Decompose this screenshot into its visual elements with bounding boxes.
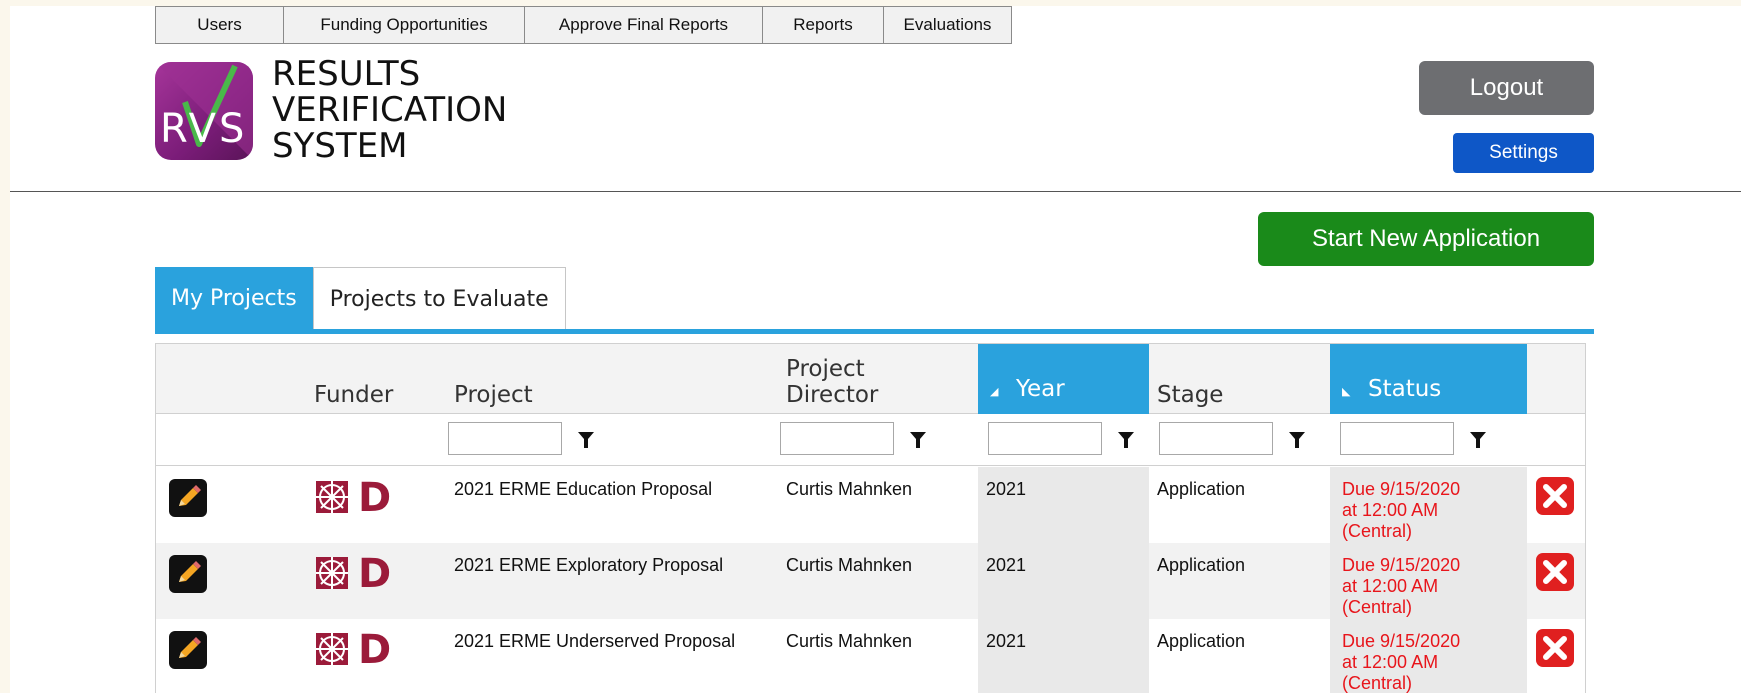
logout-button[interactable]: Logout	[1419, 61, 1594, 115]
header-year[interactable]: ◢ Year	[978, 344, 1149, 414]
table-row: D 2021 ERME Education Proposal Curtis Ma…	[156, 467, 1585, 543]
sort-asc-icon: ◣	[1342, 385, 1351, 398]
logo-line-2: VERIFICATION	[272, 90, 508, 130]
nav-approve-final-reports[interactable]: Approve Final Reports	[525, 7, 763, 43]
logo-line-3: SYSTEM	[272, 126, 408, 166]
table-row: D 2021 ERME Underserved Proposal Curtis …	[156, 619, 1585, 693]
logo-wordmark: RESULTS VERIFICATION SYSTEM	[272, 56, 507, 164]
table-row: D 2021 ERME Exploratory Proposal Curtis …	[156, 543, 1585, 619]
cell-director: Curtis Mahnken	[786, 631, 913, 651]
nav-evaluations[interactable]: Evaluations	[884, 7, 1011, 43]
pencil-icon[interactable]	[169, 555, 207, 593]
cell-director: Curtis Mahnken	[786, 555, 913, 575]
filter-status-input[interactable]	[1340, 422, 1454, 455]
cell-project[interactable]: 2021 ERME Exploratory Proposal	[446, 543, 778, 619]
close-icon[interactable]	[1536, 629, 1574, 667]
cell-stage: Application	[1157, 555, 1246, 575]
nav-reports[interactable]: Reports	[763, 7, 884, 43]
sort-desc-icon: ◢	[990, 385, 999, 398]
funder-letter: D	[358, 627, 392, 673]
funder-logo: D	[314, 551, 394, 598]
close-icon[interactable]	[1536, 477, 1574, 515]
nav-users[interactable]: Users	[156, 7, 284, 43]
funder-logo: D	[314, 475, 394, 522]
funder-letter: D	[358, 551, 392, 597]
cell-year: 2021	[978, 619, 1149, 693]
filter-director-input[interactable]	[780, 422, 894, 455]
cell-project[interactable]: 2021 ERME Education Proposal	[446, 467, 778, 543]
pencil-icon[interactable]	[169, 479, 207, 517]
filter-project-input[interactable]	[448, 422, 562, 455]
tab-my-projects[interactable]: My Projects	[155, 267, 313, 331]
funder-letter: D	[358, 475, 392, 521]
cell-stage: Application	[1157, 479, 1246, 499]
header-stage[interactable]: Stage	[1149, 344, 1329, 414]
header-status[interactable]: ◣ Status	[1330, 344, 1527, 414]
top-nav: Users Funding Opportunities Approve Fina…	[155, 6, 1012, 44]
header-funder[interactable]: Funder	[306, 344, 446, 414]
filter-year-input[interactable]	[988, 422, 1102, 455]
close-icon[interactable]	[1536, 553, 1574, 591]
filter-stage-input[interactable]	[1159, 422, 1273, 455]
cell-year: 2021	[978, 543, 1149, 619]
header-project[interactable]: Project	[446, 344, 778, 414]
funder-logo: D	[314, 627, 394, 674]
filter-icon[interactable]	[1117, 431, 1135, 449]
cell-stage: Application	[1157, 631, 1246, 651]
projects-grid: Funder Project Project Director ◢ Year St…	[155, 343, 1586, 693]
cell-status: Due 9/15/2020 at 12:00 AM (Central)	[1330, 619, 1527, 693]
header-project-director[interactable]: Project Director	[778, 344, 984, 414]
cell-year: 2021	[978, 467, 1149, 543]
nav-funding-opportunities[interactable]: Funding Opportunities	[284, 7, 525, 43]
settings-button[interactable]: Settings	[1453, 133, 1594, 173]
cell-director: Curtis Mahnken	[786, 479, 913, 499]
logo-letters: RVS	[160, 106, 248, 152]
filter-icon[interactable]	[577, 431, 595, 449]
filter-row	[156, 414, 1585, 466]
tab-projects-to-evaluate[interactable]: Projects to Evaluate	[312, 267, 566, 331]
cell-status: Due 9/15/2020 at 12:00 AM (Central)	[1330, 467, 1527, 543]
filter-icon[interactable]	[1469, 431, 1487, 449]
left-frame	[0, 0, 10, 693]
grid-header: Funder Project Project Director ◢ Year St…	[156, 344, 1585, 414]
filter-icon[interactable]	[1288, 431, 1306, 449]
start-new-application-button[interactable]: Start New Application	[1258, 212, 1594, 266]
header-divider	[10, 191, 1741, 192]
cell-status: Due 9/15/2020 at 12:00 AM (Central)	[1330, 543, 1527, 619]
filter-icon[interactable]	[909, 431, 927, 449]
tabs-underline	[155, 329, 1594, 334]
pencil-icon[interactable]	[169, 631, 207, 669]
rvs-logo: RVS	[155, 62, 253, 160]
project-tabs: My Projects Projects to Evaluate	[155, 267, 566, 331]
cell-project[interactable]: 2021 ERME Underserved Proposal	[446, 619, 778, 693]
logo-line-1: RESULTS	[272, 54, 421, 94]
